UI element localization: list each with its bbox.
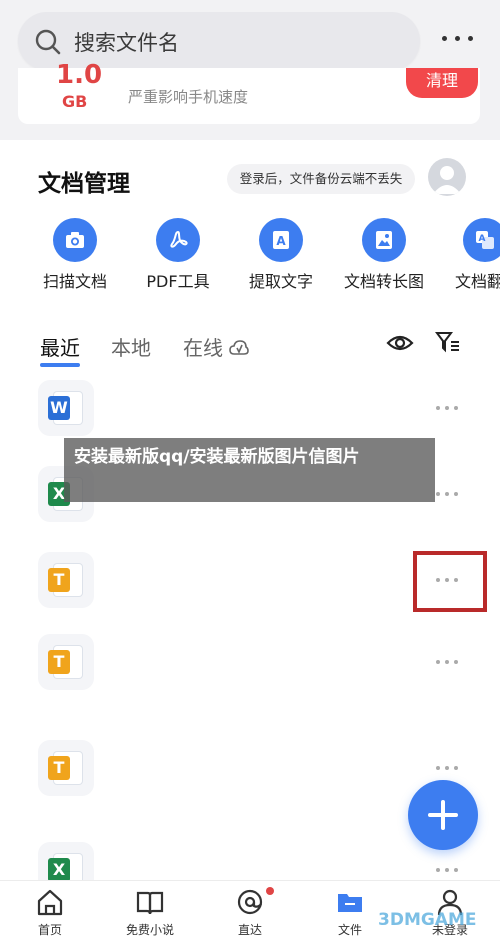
nav-label: 免费小说 (125, 923, 174, 937)
image-icon (376, 231, 392, 249)
file-more-icon[interactable] (434, 764, 464, 772)
tab-online[interactable]: 在线 (183, 332, 250, 361)
file-more-icon[interactable] (434, 404, 464, 412)
search-icon (35, 29, 61, 55)
nav-home[interactable]: 首页 (0, 887, 100, 938)
direct-icon (237, 889, 263, 915)
tools-row: 扫描文档 PDF工具 A 提取文字 文档转长图 A 文档翻 (0, 218, 500, 298)
top-area: 搜索文件名 1.0 GB 严重影响手机速度 清理 (0, 0, 500, 140)
nav-label: 直达 (237, 923, 262, 937)
file-more-icon[interactable] (434, 658, 464, 666)
file-type-badge: T (48, 756, 70, 780)
add-button[interactable] (408, 780, 478, 850)
file-type-icon: T (38, 740, 94, 796)
notification-dot (266, 887, 274, 895)
nav-novels[interactable]: 免费小说 (100, 887, 200, 938)
nav-direct[interactable]: 直达 (200, 887, 300, 938)
search-placeholder: 搜索文件名 (74, 31, 179, 55)
file-type-icon: T (38, 634, 94, 690)
file-more-icon[interactable] (434, 866, 464, 874)
svg-text:A: A (479, 234, 486, 244)
watermark-text: 3DMGAME (378, 910, 477, 930)
tool-pdf[interactable]: PDF工具 (128, 218, 228, 292)
pdf-icon (170, 230, 188, 248)
doc-management-title: 文档管理 (38, 171, 130, 197)
file-type-icon: T (38, 552, 94, 608)
user-avatar-icon (433, 166, 461, 194)
tab-local[interactable]: 本地 (111, 332, 151, 361)
more-menu-icon[interactable] (436, 24, 480, 52)
file-type-badge: T (48, 568, 70, 592)
tool-label: 文档翻 (455, 272, 500, 291)
filter-icon[interactable] (435, 330, 461, 354)
caption-overlay: 安装最新版qq/安装最新版图片信图片 (64, 438, 435, 502)
tool-label: PDF工具 (146, 272, 210, 291)
file-type-badge: W (48, 396, 70, 420)
translate-icon: A (476, 231, 494, 249)
caption-text: 安装最新版qq/安装最新版图片信图片 (74, 447, 360, 467)
tool-label: 文档转长图 (343, 272, 424, 291)
file-tabs: 最近 本地 在线 (0, 326, 500, 367)
cloud-icon (229, 340, 250, 355)
login-hint-button[interactable]: 登录后，文件备份云端不丢失 (227, 164, 415, 194)
file-type-badge: X (48, 858, 70, 882)
tool-label: 扫描文档 (42, 272, 107, 291)
file-more-icon[interactable] (434, 490, 464, 498)
highlight-frame-more (413, 551, 487, 612)
file-row[interactable]: T (0, 618, 500, 708)
tool-translate[interactable]: A 文档翻 (437, 218, 500, 292)
nav-label: 首页 (37, 923, 62, 937)
avatar[interactable] (428, 158, 466, 196)
tool-doc-to-image[interactable]: 文档转长图 (334, 218, 434, 292)
book-icon (136, 891, 164, 915)
eye-icon[interactable] (386, 332, 414, 354)
svg-text:A: A (276, 234, 286, 248)
tab-online-label: 在线 (183, 336, 223, 360)
text-extract-icon: A (273, 231, 289, 249)
file-type-icon: W (38, 380, 94, 436)
file-type-badge: T (48, 650, 70, 674)
storage-unit: GB (62, 92, 88, 111)
storage-message: 严重影响手机速度 (128, 88, 249, 106)
clean-button[interactable]: 清理 (406, 68, 478, 98)
home-icon (37, 889, 63, 916)
tool-scan[interactable]: 扫描文档 (25, 218, 125, 292)
storage-value: 1.0 (56, 60, 103, 90)
storage-warning-card: 1.0 GB 严重影响手机速度 清理 (18, 60, 480, 124)
camera-icon (66, 232, 84, 248)
plus-icon (428, 800, 458, 830)
tab-recent[interactable]: 最近 (40, 332, 80, 361)
tool-extract-text[interactable]: A 提取文字 (231, 218, 331, 292)
tool-label: 提取文字 (248, 272, 313, 291)
folder-icon (338, 894, 362, 912)
